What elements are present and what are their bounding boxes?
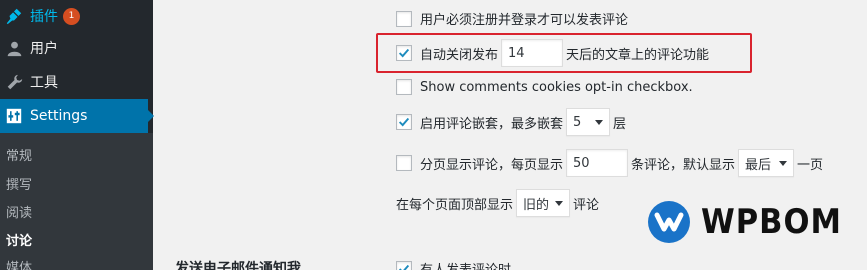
menu-item-settings[interactable]: Settings bbox=[0, 99, 148, 133]
wrench-icon bbox=[4, 72, 24, 92]
paged-label-before: 分页显示评论，每页显示 bbox=[420, 157, 564, 173]
option-require-registration: 用户必须注册并登录才可以发表评论 bbox=[396, 9, 628, 28]
option-comment-order: 在每个页面顶部显示 旧的 评论 bbox=[396, 189, 599, 217]
menu-item-users[interactable]: 用户 bbox=[0, 34, 153, 62]
plugin-icon bbox=[4, 6, 24, 26]
menu-item-plugins[interactable]: 插件 1 bbox=[0, 2, 153, 30]
menu-item-tools[interactable]: 工具 bbox=[0, 68, 153, 96]
default-page-select[interactable]: 最后 bbox=[738, 149, 795, 177]
checkmark-icon bbox=[398, 264, 410, 270]
user-icon bbox=[4, 38, 24, 58]
wpbom-watermark: WPBOM bbox=[647, 200, 842, 244]
discussion-settings-form: 用户必须注册并登录才可以发表评论 自动关闭发布 14 天后的文章上的评论功能 S… bbox=[153, 0, 867, 270]
update-count-badge: 1 bbox=[63, 7, 80, 25]
settings-icon bbox=[4, 106, 24, 126]
anyone-posts-checkbox[interactable] bbox=[396, 260, 412, 270]
comment-order-value: 旧的 bbox=[523, 197, 550, 213]
option-paged-comments: 分页显示评论，每页显示 50 条评论，默认显示 最后 一页 bbox=[396, 149, 823, 177]
option-threaded-comments: 启用评论嵌套，最多嵌套 5 层 bbox=[396, 108, 626, 136]
comments-per-page-input[interactable]: 50 bbox=[566, 149, 629, 177]
auto-close-days-input[interactable]: 14 bbox=[501, 39, 564, 67]
menu-label-settings: Settings bbox=[30, 108, 88, 124]
paged-label-middle: 条评论，默认显示 bbox=[631, 157, 736, 173]
order-label-before: 在每个页面顶部显示 bbox=[396, 197, 514, 213]
auto-close-checkbox[interactable] bbox=[396, 45, 412, 61]
admin-sidebar: 插件 1 用户 工具 Settings 常规 撰写 阅读 讨论 媒体 bbox=[0, 0, 154, 270]
threaded-label-before: 启用评论嵌套，最多嵌套 bbox=[420, 116, 564, 132]
default-page-value: 最后 bbox=[745, 157, 772, 173]
require-registration-label: 用户必须注册并登录才可以发表评论 bbox=[420, 13, 629, 28]
submenu-item-general[interactable]: 常规 bbox=[6, 145, 32, 164]
paged-comments-checkbox[interactable] bbox=[396, 155, 412, 171]
auto-close-label-before: 自动关闭发布 bbox=[420, 47, 499, 63]
menu-label-users: 用户 bbox=[30, 41, 58, 57]
wpbom-logo-text: WPBOM bbox=[701, 202, 842, 242]
menu-label-tools: 工具 bbox=[30, 75, 58, 91]
checkmark-icon bbox=[398, 48, 410, 58]
email-me-section-label: 发送电子邮件通知我 bbox=[175, 261, 301, 270]
option-auto-close: 自动关闭发布 14 天后的文章上的评论功能 bbox=[396, 39, 709, 67]
submenu-item-reading[interactable]: 阅读 bbox=[6, 202, 32, 221]
option-cookies-optin: Show comments cookies opt-in checkbox. bbox=[396, 79, 693, 95]
chevron-down-icon bbox=[595, 119, 604, 125]
paged-label-after: 一页 bbox=[797, 157, 824, 173]
menu-label-plugins: 插件 bbox=[30, 9, 58, 25]
thread-depth-value: 5 bbox=[573, 114, 582, 130]
wpbom-logo-icon bbox=[648, 201, 690, 243]
cookies-optin-label: Show comments cookies opt-in checkbox. bbox=[420, 79, 693, 95]
order-label-after: 评论 bbox=[573, 197, 600, 213]
comment-order-select[interactable]: 旧的 bbox=[516, 189, 571, 217]
require-registration-checkbox[interactable] bbox=[396, 10, 412, 27]
settings-submenu: 常规 撰写 阅读 讨论 媒体 bbox=[0, 133, 153, 270]
anyone-posts-label: 有人发表评论时 bbox=[420, 259, 511, 270]
submenu-item-writing[interactable]: 撰写 bbox=[6, 174, 32, 193]
thread-depth-select[interactable]: 5 bbox=[566, 108, 611, 136]
checkmark-icon bbox=[398, 117, 410, 127]
option-anyone-posts: 有人发表评论时 bbox=[396, 259, 511, 270]
chevron-down-icon bbox=[779, 160, 788, 166]
auto-close-label-after: 天后的文章上的评论功能 bbox=[566, 47, 710, 63]
chevron-down-icon bbox=[555, 200, 564, 206]
submenu-item-media[interactable]: 媒体 bbox=[6, 257, 32, 270]
cookies-optin-checkbox[interactable] bbox=[396, 79, 412, 95]
threaded-label-after: 层 bbox=[613, 116, 627, 132]
submenu-item-discussion[interactable]: 讨论 bbox=[6, 230, 32, 249]
threaded-comments-checkbox[interactable] bbox=[396, 114, 412, 130]
